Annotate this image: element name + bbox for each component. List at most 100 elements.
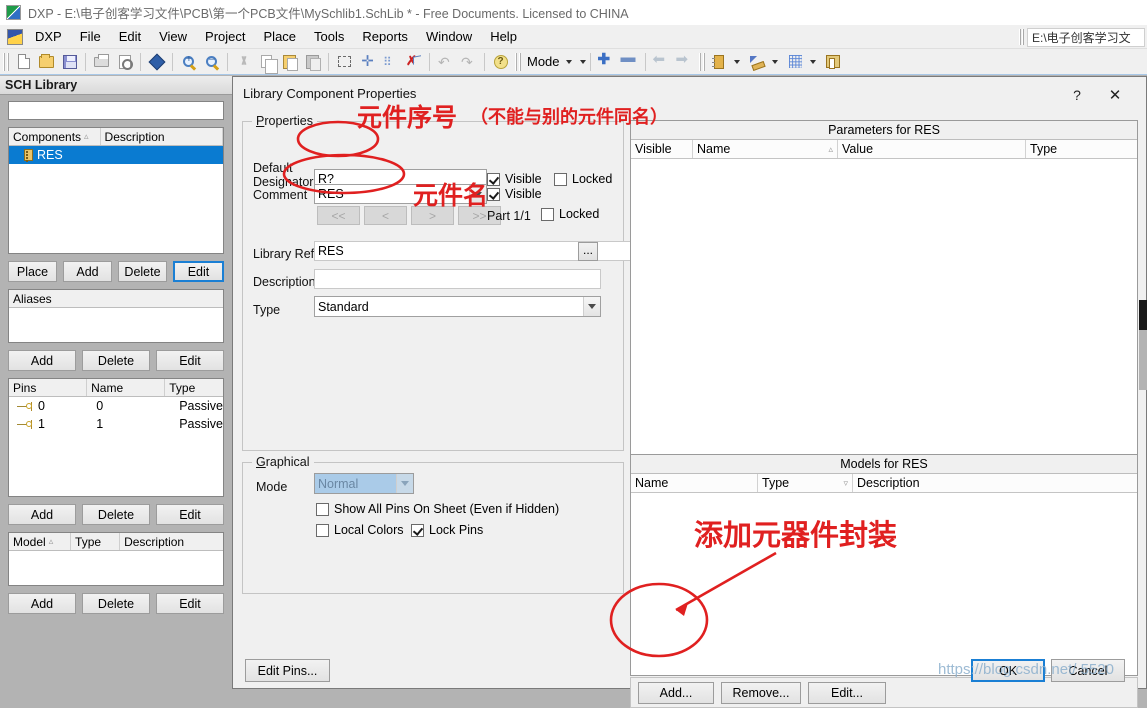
delete-pin-button[interactable]: Delete <box>82 504 150 525</box>
column-header-pin-name[interactable]: Name <box>87 379 165 396</box>
chevron-down-icon[interactable] <box>772 60 778 64</box>
column-header-components[interactable]: Components ▵ <box>9 128 101 145</box>
chevron-down-icon[interactable] <box>734 60 740 64</box>
column-header-model[interactable]: Model ▵ <box>9 533 71 550</box>
menu-item-help[interactable]: Help <box>481 26 526 47</box>
next-part-button[interactable]: > <box>411 206 454 225</box>
zoom-out-button[interactable] <box>200 51 223 73</box>
menu-item-place[interactable]: Place <box>255 26 306 47</box>
column-header-pin-type[interactable]: Type <box>165 379 223 396</box>
menu-item-view[interactable]: View <box>150 26 196 47</box>
dxp-menu-icon[interactable] <box>7 29 23 45</box>
add-model-button[interactable]: Add... <box>638 682 714 704</box>
lock-pins-checkbox[interactable]: Lock Pins <box>411 523 483 537</box>
delete-component-button[interactable]: Delete <box>118 261 167 282</box>
zoom-in-button[interactable] <box>177 51 200 73</box>
save-button[interactable] <box>58 51 81 73</box>
add-alias-button[interactable]: Add <box>8 350 76 371</box>
close-icon[interactable]: ✕ <box>1100 83 1130 107</box>
menu-item-dxp[interactable]: DXP <box>26 26 71 47</box>
column-header-description[interactable]: Description <box>101 128 223 145</box>
print-preview-button[interactable] <box>113 51 136 73</box>
toolbar-grip-icon[interactable] <box>515 53 521 71</box>
path-field[interactable]: E:\电子创客学习文 <box>1027 28 1145 47</box>
edit-component-button[interactable]: Edit <box>173 261 224 282</box>
open-button[interactable] <box>35 51 58 73</box>
column-header-model-description[interactable]: Description <box>120 533 223 550</box>
chevron-down-icon[interactable] <box>566 60 572 64</box>
edit-model-button[interactable]: Edit... <box>808 682 886 704</box>
menu-item-file[interactable]: File <box>71 26 110 47</box>
toolbar-grip-icon[interactable] <box>699 53 705 71</box>
column-header-type[interactable]: Type <box>1026 140 1137 158</box>
menu-item-edit[interactable]: Edit <box>110 26 150 47</box>
ok-button[interactable]: OK <box>971 659 1045 682</box>
comment-input[interactable]: RES <box>314 184 487 204</box>
delete-model-button[interactable]: Delete <box>82 593 150 614</box>
edit-model-button[interactable]: Edit <box>156 593 224 614</box>
add-model-button[interactable]: Add <box>8 593 76 614</box>
parameters-grid-body[interactable] <box>631 159 1137 459</box>
column-header-value[interactable]: Value <box>838 140 1026 158</box>
add-component-button[interactable]: Add <box>63 261 112 282</box>
column-header-name[interactable]: Name ▵ <box>693 140 838 158</box>
toolbar-grip-icon[interactable] <box>3 53 9 71</box>
grid-button[interactable] <box>784 51 807 73</box>
paste-special-button[interactable] <box>301 51 324 73</box>
menu-item-tools[interactable]: Tools <box>305 26 353 47</box>
cut-button[interactable] <box>232 51 255 73</box>
comment-visible-checkbox[interactable]: Visible <box>487 187 542 201</box>
menu-item-reports[interactable]: Reports <box>353 26 417 47</box>
clear-filter-button[interactable] <box>402 51 425 73</box>
type-select[interactable]: Standard <box>314 296 601 317</box>
default-designator-locked-checkbox[interactable]: Locked <box>554 172 612 186</box>
list-item[interactable]: RES <box>9 146 223 164</box>
default-designator-visible-checkbox[interactable]: Visible <box>487 172 542 186</box>
column-header-model-type[interactable]: Type ▿ <box>758 474 853 492</box>
drawing-tools-button[interactable] <box>746 51 769 73</box>
previous-part-button[interactable]: < <box>364 206 407 225</box>
table-row[interactable]: 1 1 Passive <box>9 415 223 433</box>
add-part-button[interactable]: ✚ <box>595 51 618 73</box>
add-pin-button[interactable]: Add <box>8 504 76 525</box>
column-header-aliases[interactable]: Aliases <box>9 290 223 307</box>
board-button[interactable] <box>145 51 168 73</box>
column-header-pins[interactable]: Pins <box>9 379 87 396</box>
component-mask-input[interactable] <box>8 101 224 120</box>
remove-model-button[interactable]: Remove... <box>721 682 801 704</box>
previous-part-button[interactable]: ⬅ <box>650 51 673 73</box>
cancel-button[interactable]: Cancel <box>1051 659 1125 682</box>
local-colors-checkbox[interactable]: Local Colors <box>316 523 403 537</box>
new-document-button[interactable] <box>12 51 35 73</box>
align-button[interactable]: ⠿ <box>379 51 402 73</box>
chevron-down-icon[interactable] <box>580 60 586 64</box>
undo-button[interactable]: ↶ <box>434 51 457 73</box>
library-ref-browse-button[interactable]: ... <box>578 242 598 261</box>
type-dropdown-button[interactable] <box>583 297 600 316</box>
description-input[interactable] <box>314 269 601 289</box>
column-header-model-name[interactable]: Name <box>631 474 758 492</box>
library-button[interactable] <box>822 51 845 73</box>
next-part-button[interactable]: ➡ <box>673 51 696 73</box>
redo-button[interactable]: ↷ <box>457 51 480 73</box>
edit-pins-button[interactable]: Edit Pins... <box>245 659 330 682</box>
show-all-pins-checkbox[interactable]: Show All Pins On Sheet (Even if Hidden) <box>316 502 559 516</box>
remove-part-button[interactable]: ▬ <box>618 51 641 73</box>
edit-alias-button[interactable]: Edit <box>156 350 224 371</box>
menu-item-project[interactable]: Project <box>196 26 254 47</box>
move-button[interactable]: ✛ <box>356 51 379 73</box>
chevron-down-icon[interactable] <box>810 60 816 64</box>
copy-button[interactable] <box>255 51 278 73</box>
paste-button[interactable] <box>278 51 301 73</box>
models-grid-body[interactable] <box>631 493 1137 675</box>
column-header-visible[interactable]: Visible <box>631 140 693 158</box>
first-part-button[interactable]: << <box>317 206 360 225</box>
menu-item-window[interactable]: Window <box>417 26 481 47</box>
column-header-model-description[interactable]: Description <box>853 474 1137 492</box>
place-component-button[interactable] <box>708 51 731 73</box>
print-button[interactable] <box>90 51 113 73</box>
help-button[interactable]: ? <box>489 51 512 73</box>
place-component-button[interactable]: Place <box>8 261 57 282</box>
dialog-help-button[interactable]: ? <box>1064 83 1090 107</box>
comment-dropdown-button[interactable] <box>469 185 486 203</box>
